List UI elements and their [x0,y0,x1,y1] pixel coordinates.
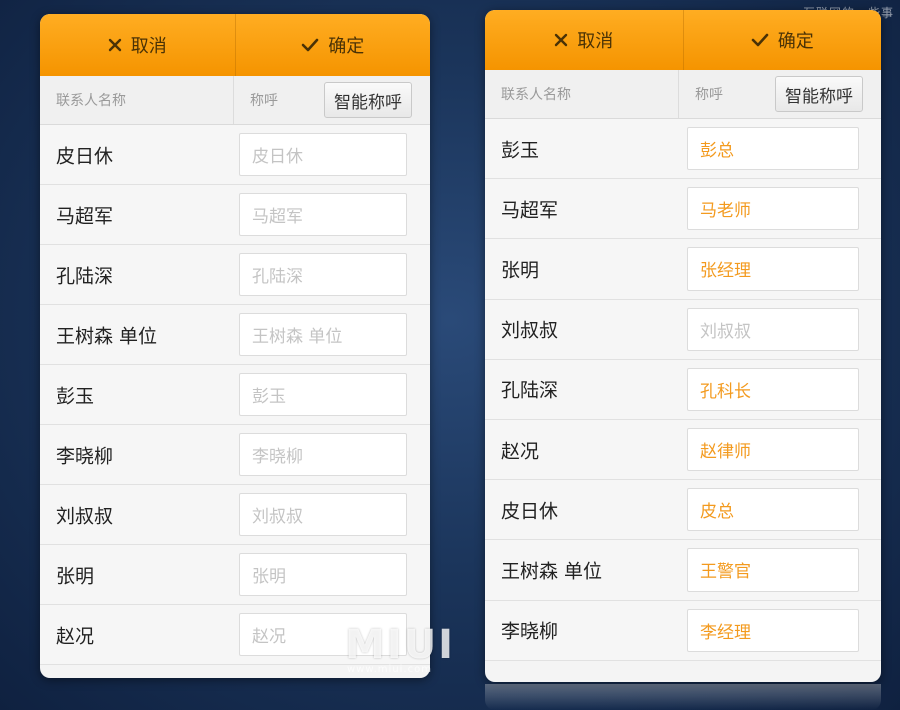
contact-row: 皮日休 皮日休 [40,125,430,185]
contact-name: 孔陆深 [501,379,559,402]
contact-title-dialog-left: 取消 确定 联系人名称 称呼 智能称呼 皮日休 皮日休 马超军 马超军 孔陆深 孔陆深… [40,14,430,678]
column-header: 联系人名称 称呼 智能称呼 [40,76,430,125]
confirm-button[interactable]: 确定 [682,10,882,70]
miui-url: www.miui.com [347,664,432,675]
contact-name: 王树森 单位 [56,325,158,347]
contact-row: 李晓柳 李经理 [485,600,881,661]
contact-name: 彭玉 [501,139,540,162]
contact-row: 刘叔叔 刘叔叔 [485,299,881,360]
smart-title-button[interactable]: 智能称呼 [324,82,412,118]
title-input[interactable]: 李经理 [687,608,859,652]
title-input[interactable]: 刘叔叔 [687,307,859,351]
smart-title-button[interactable]: 智能称呼 [775,76,863,112]
panel-reflection [485,684,881,710]
cancel-label: 取消 [577,31,614,52]
title-input[interactable]: 皮日休 [239,133,407,176]
miui-logo: MIUI [345,622,456,668]
column-header: 联系人名称 称呼 智能称呼 [485,70,881,119]
contact-name: 刘叔叔 [56,505,114,527]
checkmark-icon [301,38,319,52]
contact-row: 张明 张明 [40,545,430,605]
contact-row: 王树森 单位 王警官 [485,540,881,601]
contact-row: 张明 张经理 [485,239,881,300]
title-input[interactable]: 彭玉 [239,373,407,416]
contact-name: 马超军 [501,199,559,222]
contact-row: 彭玉 彭玉 [40,365,430,425]
cancel-label: 取消 [130,36,167,57]
title-input[interactable]: 张经理 [687,247,859,291]
title-input[interactable]: 马老师 [687,187,859,231]
column-divider [233,76,234,124]
title-input[interactable]: 王树森 单位 [239,313,407,356]
contact-name: 赵况 [501,440,540,463]
contact-name: 李晓柳 [501,620,559,643]
checkmark-icon [751,33,769,47]
title-input[interactable]: 彭总 [687,127,859,171]
contact-name: 马超军 [56,205,114,227]
contact-row: 王树森 单位 王树森 单位 [40,305,430,365]
contact-row: 李晓柳 李晓柳 [40,425,430,485]
title-column-label: 称呼 [695,87,723,103]
title-input[interactable]: 赵律师 [687,427,859,472]
title-input[interactable]: 孔科长 [687,367,859,411]
title-input[interactable]: 李晓柳 [239,433,407,476]
contact-name: 皮日休 [501,500,559,523]
contact-name: 孔陆深 [56,265,114,287]
dialog-header: 取消 确定 [40,14,430,76]
contact-name: 刘叔叔 [501,319,559,342]
contact-row: 赵况 赵律师 [485,419,881,481]
confirm-button[interactable]: 确定 [234,14,431,76]
title-column-label: 称呼 [250,93,278,109]
contact-row: 彭玉 彭总 [485,119,881,180]
contact-list: 皮日休 皮日休 马超军 马超军 孔陆深 孔陆深 王树森 单位 王树森 单位 彭玉 彭玉 李… [40,125,430,665]
close-icon [108,38,122,52]
contact-row: 皮日休 皮总 [485,480,881,541]
title-input[interactable]: 王警官 [687,548,859,592]
contact-name: 皮日休 [56,145,114,167]
contact-row: 孔陆深 孔陆深 [40,245,430,305]
title-input[interactable]: 刘叔叔 [239,493,407,536]
contact-name: 王树森 单位 [501,560,603,583]
contact-name: 赵况 [56,625,95,647]
title-input[interactable]: 马超军 [239,193,407,236]
contact-row: 刘叔叔 刘叔叔 [40,485,430,545]
confirm-label: 确定 [328,36,365,57]
title-input[interactable]: 张明 [239,553,407,596]
contact-name-column-label: 联系人名称 [501,87,571,103]
contact-row: 马超军 马超军 [40,185,430,245]
contact-name: 彭玉 [56,385,95,407]
contact-name: 张明 [56,565,95,587]
contact-name-column-label: 联系人名称 [56,93,126,109]
confirm-label: 确定 [777,31,814,52]
cancel-button[interactable]: 取消 [485,10,683,70]
contact-name: 张明 [501,259,540,282]
title-input[interactable]: 皮总 [687,488,859,532]
dialog-header: 取消 确定 [485,10,881,70]
close-icon [554,33,568,47]
contact-row: 孔陆深 孔科长 [485,359,881,420]
title-input[interactable]: 孔陆深 [239,253,407,296]
cancel-button[interactable]: 取消 [40,14,235,76]
contact-title-dialog-right: 取消 确定 联系人名称 称呼 智能称呼 彭玉 彭总 马超军 马老师 张明 张经理 刘叔… [485,10,881,682]
contact-row: 马超军 马老师 [485,179,881,240]
contact-list: 彭玉 彭总 马超军 马老师 张明 张经理 刘叔叔 刘叔叔 孔陆深 孔科长 赵况 赵律师 皮日… [485,119,881,661]
column-divider [678,70,679,118]
contact-name: 李晓柳 [56,445,114,467]
